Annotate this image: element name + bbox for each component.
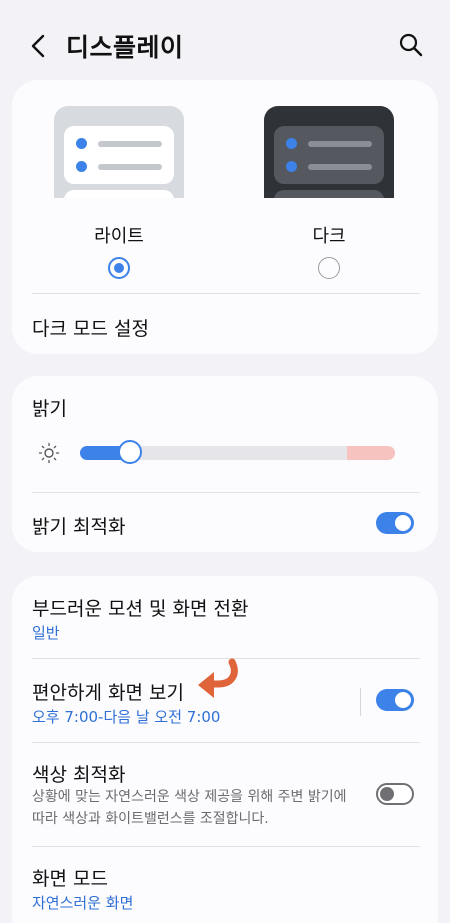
preview-dot [76,138,87,149]
divider [32,293,420,294]
screen-mode-value: 자연스러운 화면 [32,894,134,912]
preview-panel [64,190,174,198]
preview-dot [76,161,87,172]
preview-panel [274,126,384,184]
adaptive-brightness-toggle[interactable] [376,512,414,534]
brightness-card: 밝기 밝기 최적화 [12,376,438,552]
motion-smoothness-item[interactable]: 부드러운 모션 및 화면 전환 [32,594,248,621]
eye-comfort-toggle[interactable] [376,689,414,711]
dark-theme-label: 다크 [312,226,346,247]
brightness-title: 밝기 [32,398,67,420]
vertical-separator [360,688,361,716]
adaptive-brightness-label: 밝기 최적화 [32,516,126,538]
color-optimization-toggle[interactable] [376,783,414,805]
preview-line [98,141,162,147]
preview-line [308,141,372,147]
preview-dot [286,138,297,149]
preview-dot [286,161,297,172]
high-brightness-zone [347,446,395,460]
divider [32,742,420,743]
divider [32,492,420,493]
preview-panel [64,126,174,184]
page-title: 디스플레이 [66,33,184,62]
motion-smoothness-value: 일반 [32,624,60,642]
color-optimization-item[interactable]: 색상 최적화 [32,760,125,787]
dark-theme-preview[interactable] [264,106,394,198]
arrow-annotation-icon [198,658,238,698]
theme-card: 라이트 다크 다크 모드 설정 [12,80,438,354]
dark-theme-radio[interactable] [318,257,340,279]
light-theme-preview[interactable] [54,106,184,198]
light-theme-radio[interactable] [108,257,130,279]
preview-panel [274,190,384,198]
light-theme-label: 라이트 [94,226,144,247]
eye-comfort-schedule: 오후 7:00-다음 날 오전 7:00 [32,708,221,726]
header: 디스플레이 [0,0,450,90]
dark-mode-settings-item[interactable]: 다크 모드 설정 [32,314,149,341]
search-button[interactable] [396,30,426,60]
screen-mode-item[interactable]: 화면 모드 [32,864,108,891]
preview-line [308,164,372,170]
sun-icon [38,442,60,464]
divider [32,846,420,847]
preview-line [98,164,162,170]
eye-comfort-item[interactable]: 편안하게 화면 보기 [32,678,184,705]
chevron-left-icon [31,34,45,58]
color-optimization-description: 상황에 맞는 자연스러운 색상 제공을 위해 주변 밝기에 따라 색상과 화이트… [32,789,347,827]
back-button[interactable] [22,30,56,64]
brightness-slider-thumb[interactable] [118,440,142,464]
display-options-card: 부드러운 모션 및 화면 전환 일반 편안하게 화면 보기 오후 7:00-다음… [12,576,438,923]
search-icon [399,33,423,57]
